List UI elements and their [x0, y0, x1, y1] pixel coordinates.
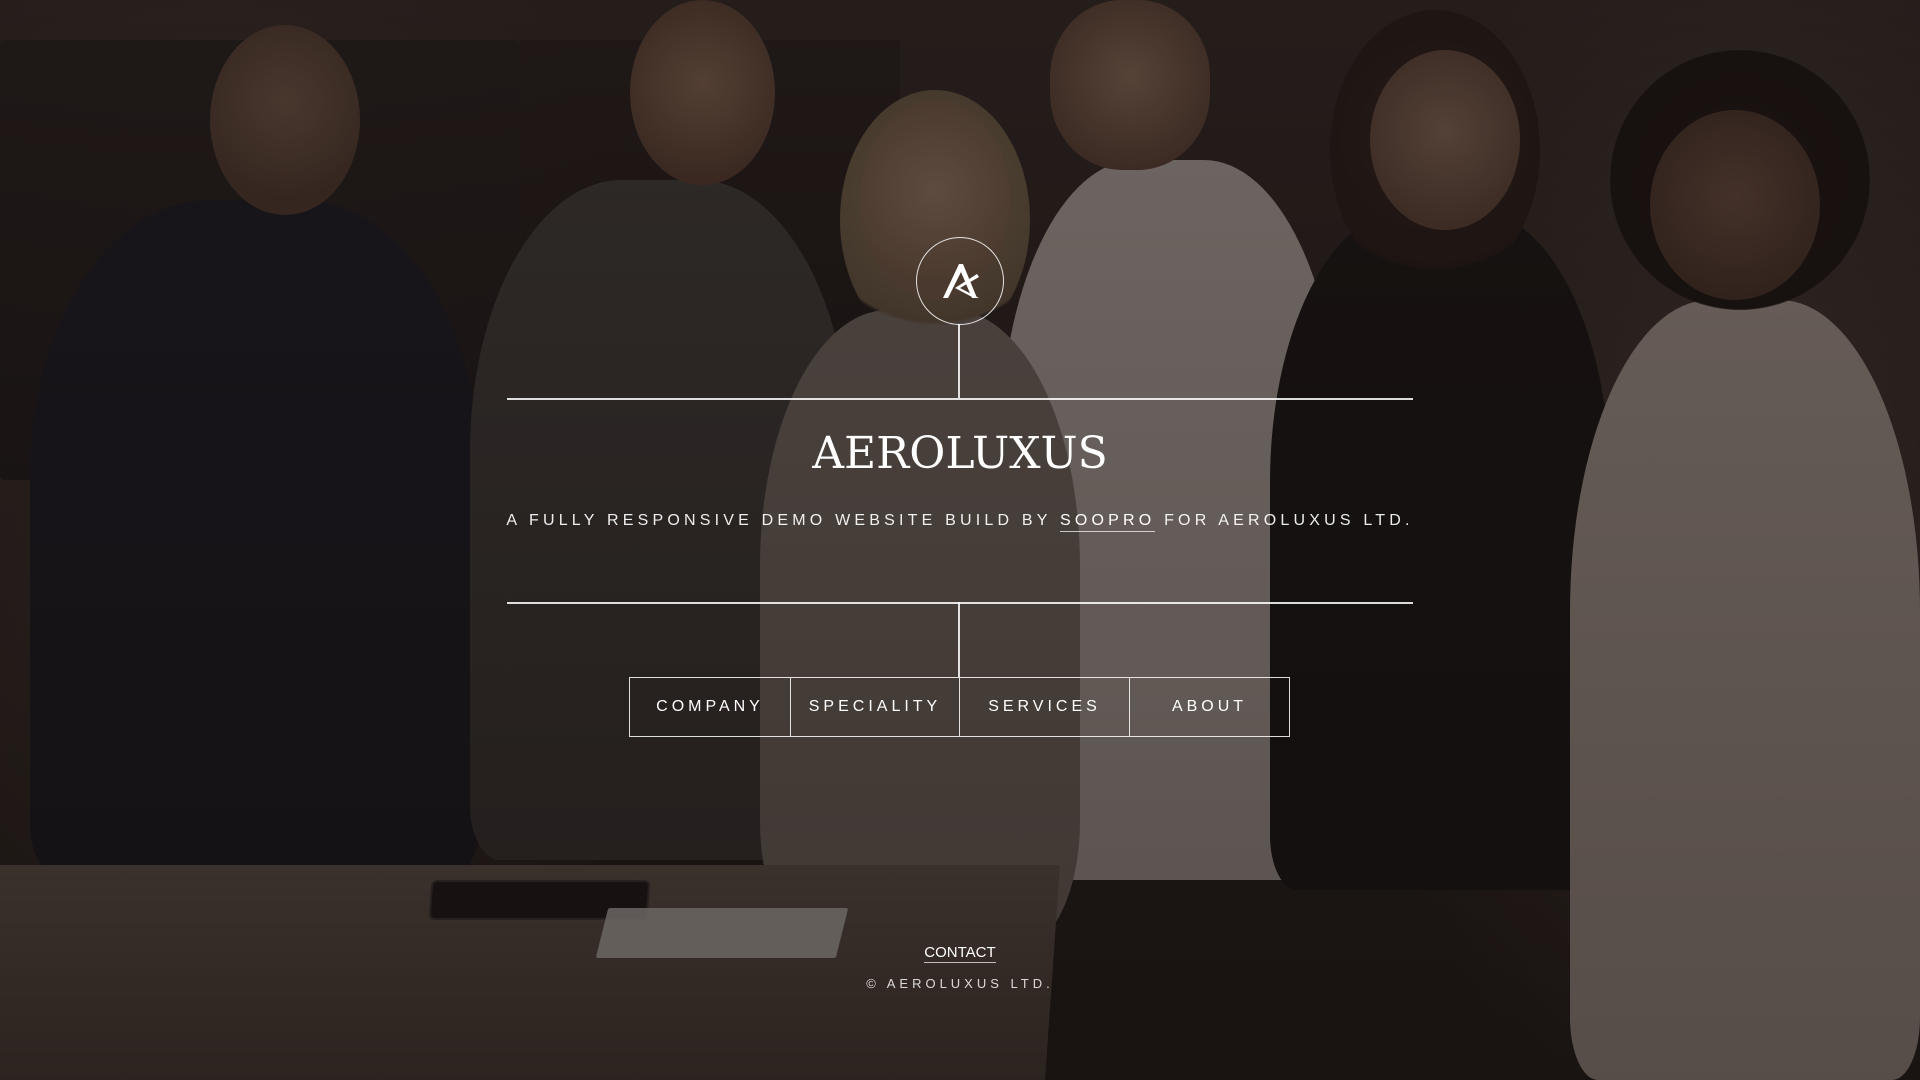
tagline-text: FOR AEROLUXUS LTD.	[1155, 512, 1414, 529]
divider-line	[958, 324, 960, 398]
hero-section: AEROLUXUS A FULLY RESPONSIVE DEMO WEBSIT…	[0, 0, 1920, 1080]
tagline: A FULLY RESPONSIVE DEMO WEBSITE BUILD BY…	[0, 512, 1920, 532]
tagline-text: A FULLY RESPONSIVE DEMO WEBSITE BUILD BY	[506, 512, 1060, 529]
nav-speciality[interactable]: SPECIALITY	[791, 678, 960, 736]
brand-logo[interactable]	[916, 237, 1004, 325]
copyright: © AEROLUXUS LTD.	[866, 976, 1054, 991]
divider-line	[507, 602, 1413, 604]
divider-line	[958, 602, 960, 677]
nav-services[interactable]: SERVICES	[960, 678, 1130, 736]
soopro-link[interactable]: SOOPRO	[1060, 512, 1156, 532]
main-nav: COMPANY SPECIALITY SERVICES ABOUT	[629, 677, 1290, 737]
ak-monogram-icon	[943, 264, 979, 298]
divider-line	[507, 398, 1413, 400]
contact-link[interactable]: CONTACT	[924, 944, 996, 963]
nav-company[interactable]: COMPANY	[630, 678, 791, 736]
nav-about[interactable]: ABOUT	[1130, 678, 1289, 736]
hero-content: AEROLUXUS A FULLY RESPONSIVE DEMO WEBSIT…	[0, 0, 1920, 1080]
footer-contact: CONTACT	[0, 944, 1920, 963]
site-title: AEROLUXUS	[812, 428, 1108, 479]
